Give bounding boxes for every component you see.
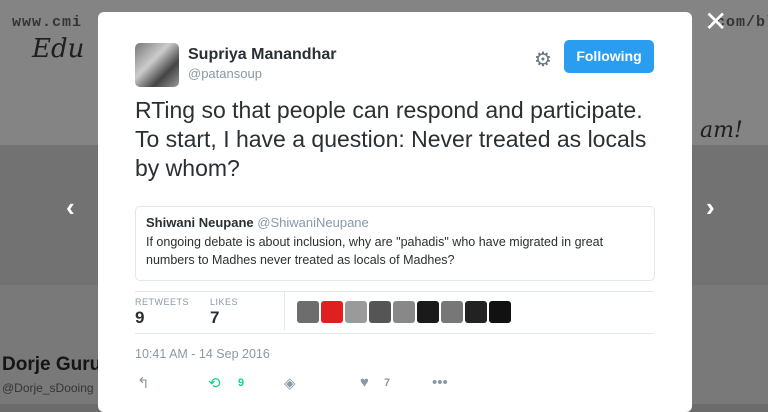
likes-count[interactable]: 7 [210, 308, 219, 328]
gear-icon[interactable]: ⚙ [534, 47, 552, 72]
close-icon[interactable]: ✕ [704, 8, 727, 36]
retweets-label[interactable]: RETWEETS [135, 297, 189, 307]
liker-avatar[interactable] [489, 301, 511, 323]
author-handle[interactable]: @patansoup [188, 66, 262, 81]
quoted-author-handle: @ShiwaniNeupane [257, 215, 369, 230]
liker-avatars [297, 301, 511, 323]
quoted-tweet[interactable]: Shiwani Neupane @ShiwaniNeupane If ongoi… [135, 206, 655, 281]
more-icon[interactable]: ••• [432, 374, 448, 391]
liker-avatar[interactable] [441, 301, 463, 323]
quoted-author[interactable]: Shiwani Neupane @ShiwaniNeupane [146, 215, 369, 230]
like-action-count: 7 [384, 377, 391, 389]
quoted-tweet-text: If ongoing debate is about inclusion, wh… [146, 235, 604, 267]
liker-avatar[interactable] [393, 301, 415, 323]
reply-icon[interactable]: ↰ [137, 374, 150, 392]
likes-label[interactable]: LIKES [210, 297, 238, 307]
liker-avatar[interactable] [321, 301, 343, 323]
retweet-action-count: 9 [238, 377, 245, 389]
next-arrow-icon[interactable]: › [706, 192, 715, 223]
moments-icon[interactable]: ◈ [284, 374, 296, 392]
stats-divider-top [135, 291, 653, 292]
stats-separator [284, 292, 285, 330]
previous-arrow-icon[interactable]: ‹ [66, 192, 75, 223]
quoted-author-name: Shiwani Neupane [146, 215, 254, 230]
tweet-text: RTing so that people can respond and par… [135, 97, 647, 181]
author-name[interactable]: Supriya Manandhar [188, 46, 336, 64]
liker-avatar[interactable] [345, 301, 367, 323]
liker-avatar[interactable] [465, 301, 487, 323]
liker-avatar[interactable] [369, 301, 391, 323]
retweets-count[interactable]: 9 [135, 308, 144, 328]
tweet-modal: Supriya Manandhar @patansoup ⚙ Following… [98, 12, 692, 412]
liker-avatar[interactable] [417, 301, 439, 323]
liker-avatar[interactable] [297, 301, 319, 323]
tweet-timestamp[interactable]: 10:41 AM - 14 Sep 2016 [135, 347, 270, 361]
retweet-icon[interactable]: ⟲ [208, 374, 221, 392]
following-button[interactable]: Following [564, 40, 654, 73]
like-icon[interactable]: ♥ [360, 374, 369, 391]
avatar[interactable] [135, 43, 179, 87]
stats-divider-bottom [135, 333, 653, 334]
